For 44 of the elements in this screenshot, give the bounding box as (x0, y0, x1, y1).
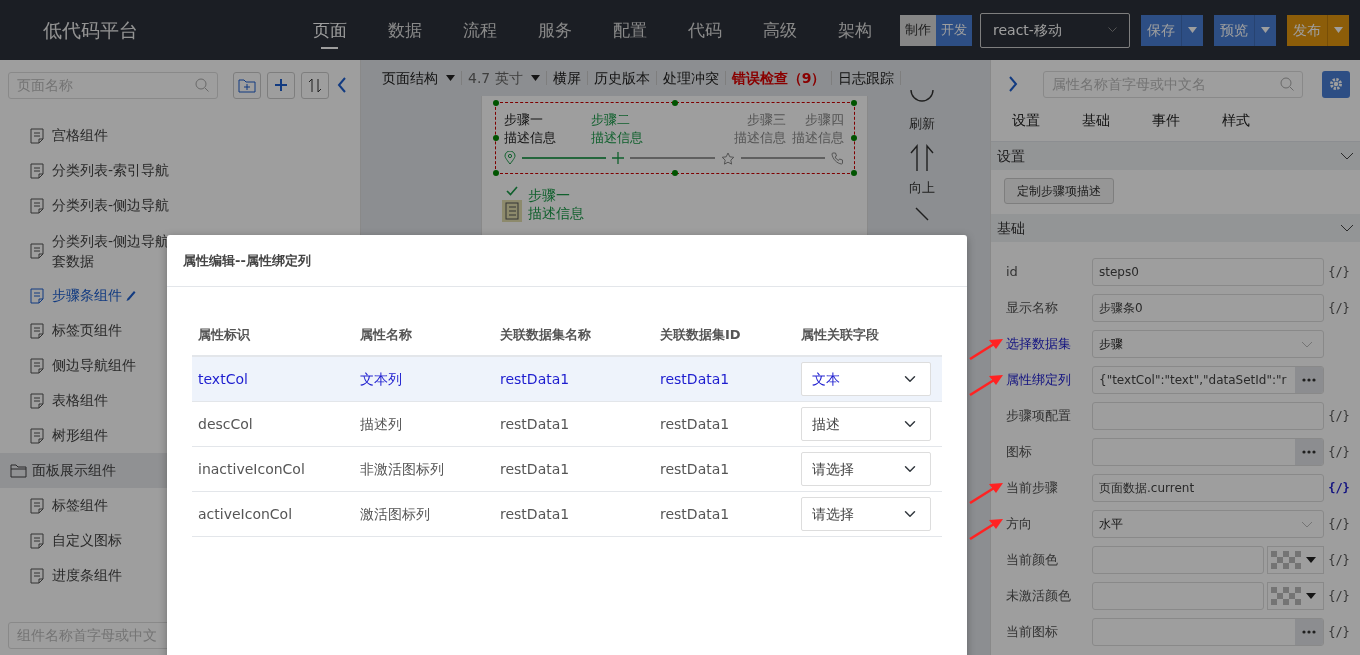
table-cell-text: restData1 (660, 504, 731, 524)
table-cell-text: 激活图标列 (360, 504, 431, 524)
app-title: 低代码平台 (42, 17, 139, 43)
step-title: 步骤四 (804, 111, 844, 129)
field-label: 图标 (1006, 443, 1033, 462)
table-cell-text: restData1 (500, 414, 571, 434)
field-label: 当前步骤 (1006, 479, 1059, 498)
step-title: 步骤三 (745, 111, 786, 129)
table-cell-text: activeIconCol (197, 504, 294, 524)
field-label: 属性绑定列 (1006, 371, 1072, 390)
step-description: 描述信息 (591, 129, 645, 147)
table-cell-text: textCol (197, 369, 249, 389)
field-label: 步骤项配置 (1006, 407, 1072, 426)
step-description: 描述信息 (528, 204, 584, 222)
field-label: 当前颜色 (1006, 551, 1059, 570)
step-title: 步骤一 (504, 111, 544, 129)
field-label: 当前图标 (1006, 623, 1059, 642)
field-label: 方向 (1006, 515, 1033, 534)
field-label: 选择数据集 (1006, 335, 1072, 354)
table-cell-text: restData1 (500, 504, 571, 524)
field-label: 未激活颜色 (1006, 587, 1072, 606)
field-label: id (1006, 263, 1019, 282)
table-cell-text: inactiveIconCol (197, 459, 306, 479)
column-header: 关联数据集名称 (500, 326, 592, 345)
table-cell-text: 非激活图标列 (360, 459, 445, 479)
step-description: 描述信息 (791, 129, 844, 147)
step-description: 描述信息 (732, 129, 786, 147)
step-title: 步骤一 (528, 186, 571, 204)
dialog-title: 属性编辑--属性绑定列 (167, 235, 967, 287)
table-cell-text: 文本列 (360, 369, 403, 389)
column-header: 属性名称 (360, 326, 413, 345)
step-title: 步骤二 (591, 111, 632, 129)
table-cell-text: restData1 (660, 459, 731, 479)
column-header: 属性关联字段 (801, 326, 880, 345)
table-cell-text: restData1 (500, 369, 571, 389)
table-cell-text: restData1 (660, 369, 731, 389)
column-header: 属性标识 (197, 326, 251, 345)
column-header: 关联数据集ID (660, 326, 742, 345)
table-cell-text: restData1 (660, 414, 731, 434)
step-description: 描述信息 (504, 129, 557, 147)
field-label: 显示名称 (1006, 299, 1059, 318)
table-cell-text: 描述列 (360, 414, 403, 434)
table-cell-text: restData1 (500, 459, 571, 479)
table-cell-text: descCol (197, 414, 254, 434)
